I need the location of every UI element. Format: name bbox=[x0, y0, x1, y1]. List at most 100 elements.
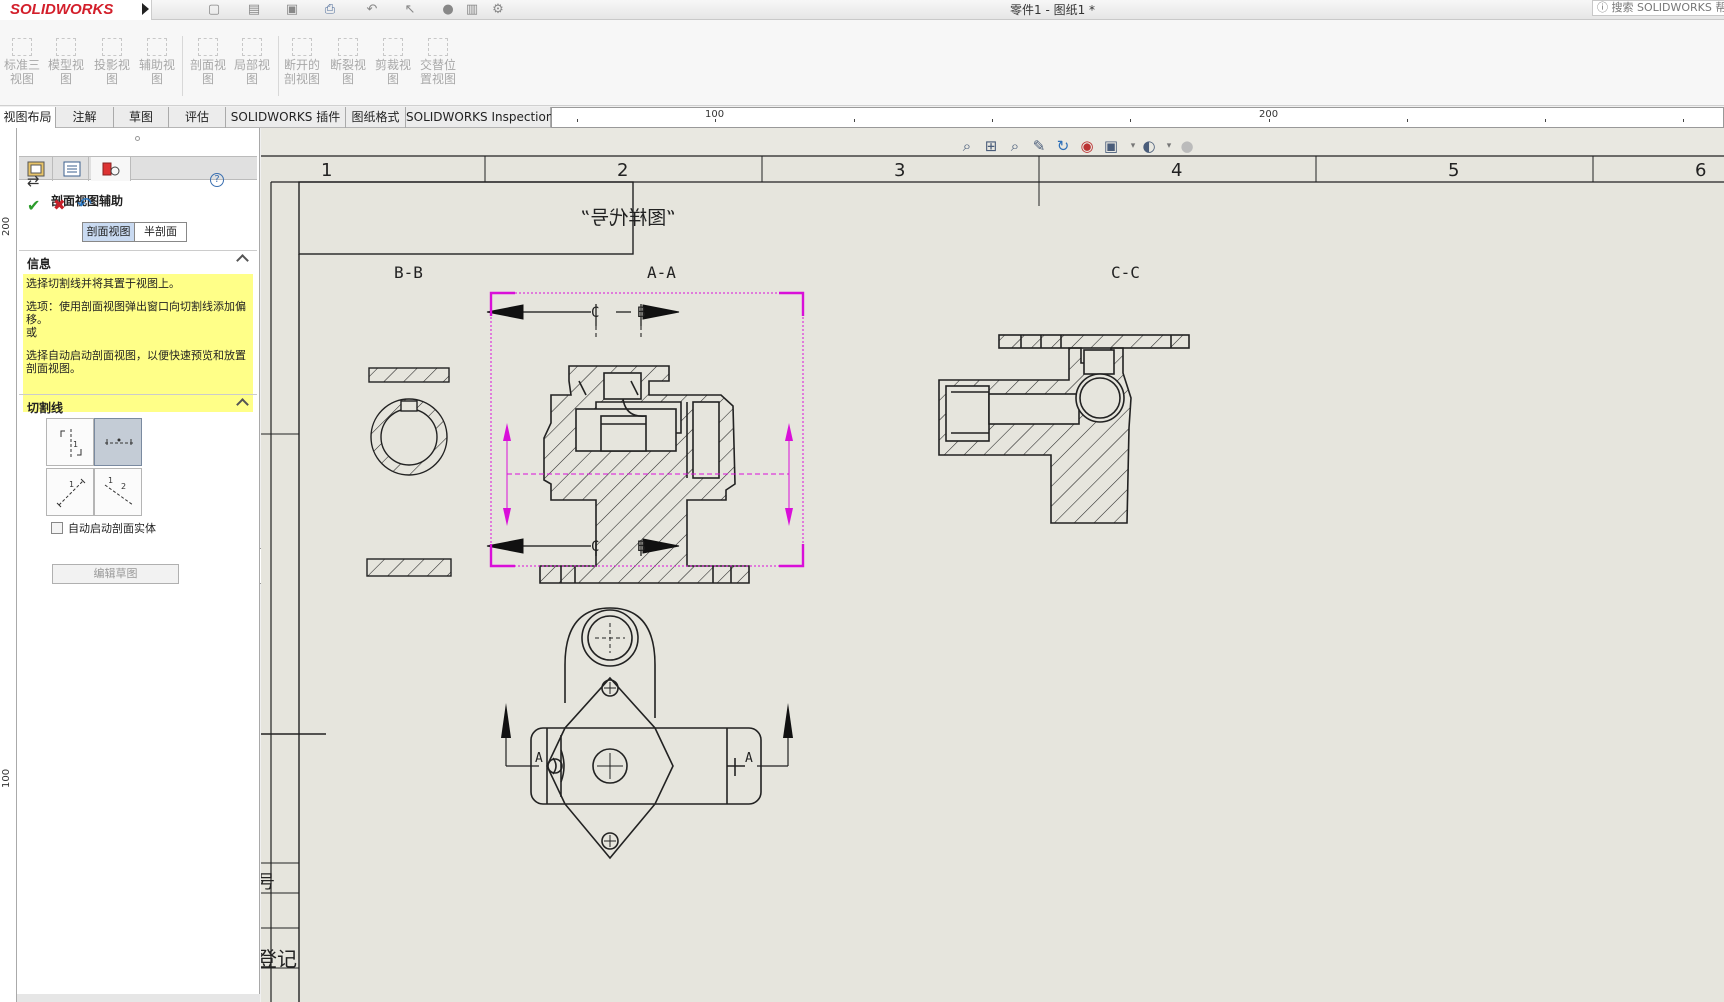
break-view-button[interactable]: 断裂视图 bbox=[326, 38, 370, 86]
alternate-position-view-button[interactable]: 交替位置视图 bbox=[416, 38, 460, 86]
cut-label-c: C bbox=[591, 539, 599, 555]
model-view-icon bbox=[56, 38, 76, 56]
tab-view-layout[interactable]: 视图布局 bbox=[0, 107, 56, 128]
solidworks-logo[interactable]: SOLIDWORKS bbox=[0, 0, 152, 20]
menu-expand-arrow-icon[interactable] bbox=[142, 3, 149, 15]
cutting-line-heading: 切割线 bbox=[27, 401, 64, 415]
svg-text:2: 2 bbox=[121, 482, 126, 491]
cmd-label: 剪裁视图 bbox=[374, 58, 411, 86]
new-document-icon[interactable]: ▢ bbox=[206, 2, 222, 18]
vertical-cut-line-icon: 1 bbox=[60, 429, 82, 457]
panel-grip-icon[interactable] bbox=[135, 136, 140, 141]
ruler-label: 100 bbox=[1, 768, 12, 788]
drawing-canvas[interactable]: 1 2 3 4 5 6 “图样代号” 号 登记 B-B A-A C-C C B … bbox=[261, 128, 1724, 1002]
model-view-button[interactable]: 模型视图 bbox=[44, 38, 88, 86]
rotate-view-icon[interactable]: ↻ bbox=[1053, 136, 1073, 156]
title-block-fragment: 登记 bbox=[261, 947, 297, 971]
title-block-fragment: 号 bbox=[261, 872, 275, 893]
heads-up-view-toolbar: ⌕ ⊞ ⌕ ✎ ↻ ◉ ▣ ▾ ◐ ▾ ● bbox=[957, 136, 1207, 158]
scene-icon[interactable]: ● bbox=[1177, 136, 1197, 156]
auxiliary-cut-line-button[interactable]: 1 bbox=[46, 468, 94, 516]
section-view-bb[interactable] bbox=[366, 367, 452, 577]
cancel-x-icon[interactable]: ✖ bbox=[53, 196, 66, 214]
tab-sketch[interactable]: 草图 bbox=[114, 107, 169, 128]
crop-view-icon bbox=[383, 38, 403, 56]
collapse-chevron-icon[interactable] bbox=[236, 398, 249, 411]
open-document-icon[interactable]: ▤ bbox=[246, 2, 262, 18]
horizontal-cut-line-button[interactable] bbox=[94, 418, 142, 466]
detail-view-button[interactable]: 局部视图 bbox=[230, 38, 274, 86]
tab-sheet-format[interactable]: 图纸格式 bbox=[346, 107, 406, 128]
dropdown-arrow-icon[interactable]: ▾ bbox=[1159, 136, 1179, 156]
cmd-label: 模型视图 bbox=[47, 58, 84, 86]
file-properties-icon[interactable]: ▥ bbox=[464, 2, 480, 18]
half-section-mode-button[interactable]: 半剖面 bbox=[135, 223, 186, 241]
logo-text: SOLIDWORKS bbox=[10, 1, 114, 18]
info-message-box: 选择切割线并将其置于视图上。 选项：使用剖面视图弹出窗口向切割线添加偏移。 或 … bbox=[23, 274, 253, 412]
cut-label-a: A bbox=[535, 751, 543, 766]
tab-evaluate[interactable]: 评估 bbox=[169, 107, 226, 128]
view-orientation-icon[interactable]: ▣ bbox=[1101, 136, 1121, 156]
vertical-cut-line-button[interactable]: 1 bbox=[46, 418, 94, 466]
tab-solidworks-addins[interactable]: SOLIDWORKS 插件 bbox=[226, 107, 346, 128]
crop-view-button[interactable]: 剪裁视图 bbox=[371, 38, 415, 86]
section-view-button[interactable]: 剖面视图 bbox=[186, 38, 230, 86]
section-assist-tab[interactable] bbox=[91, 157, 131, 181]
drawing-sheet[interactable]: 1 2 3 4 5 6 “图样代号” 号 登记 B-B A-A C-C C B … bbox=[261, 128, 1724, 1002]
section-view-mode-button[interactable]: 剖面视图 bbox=[83, 223, 135, 241]
help-icon[interactable]: ? bbox=[210, 173, 224, 187]
options-gear-icon[interactable]: ⚙ bbox=[490, 2, 506, 18]
zone-number: 6 bbox=[1695, 160, 1706, 181]
undo-arrow-icon[interactable]: ↶ bbox=[77, 194, 92, 215]
zone-number: 3 bbox=[894, 160, 905, 181]
aligned-cut-line-button[interactable]: 12 bbox=[94, 468, 142, 516]
section-mode-toggle: 剖面视图 半剖面 bbox=[82, 222, 187, 242]
cut-label-a: A bbox=[745, 751, 753, 766]
auxiliary-cut-line-icon: 1 bbox=[56, 478, 86, 508]
broken-out-section-button[interactable]: 断开的剖视图 bbox=[280, 38, 324, 86]
section-view-cc[interactable] bbox=[938, 334, 1190, 524]
info-line: 选择切割线并将其置于视图上。 bbox=[26, 277, 180, 290]
collapse-chevron-icon[interactable] bbox=[236, 254, 249, 267]
previous-view-icon[interactable]: ⌕ bbox=[1005, 136, 1025, 156]
standard-three-view-button[interactable]: 标准三视图 bbox=[0, 38, 44, 86]
rebuild-icon[interactable]: ● bbox=[440, 2, 456, 18]
print-icon[interactable]: ⎙ bbox=[322, 2, 338, 18]
display-style-icon[interactable]: ◉ bbox=[1077, 136, 1097, 156]
cmd-label: 剖面视图 bbox=[189, 58, 226, 86]
projected-view-button[interactable]: 投影视图 bbox=[90, 38, 134, 86]
section-view-tool-icon[interactable]: ✎ bbox=[1029, 136, 1049, 156]
cmd-label: 辅助视图 bbox=[138, 58, 175, 86]
section-view-assist-icon: ⇄ bbox=[27, 172, 40, 190]
front-view[interactable] bbox=[501, 607, 793, 860]
cmd-label: 标准三视图 bbox=[3, 58, 40, 86]
ok-check-icon[interactable]: ✔ bbox=[27, 196, 40, 215]
search-field[interactable]: ⓘ 搜索 SOLIDWORKS 帮助 bbox=[1592, 0, 1724, 16]
info-heading: 信息 bbox=[27, 257, 52, 271]
zoom-to-fit-icon[interactable]: ⌕ bbox=[957, 136, 977, 156]
svg-text:1: 1 bbox=[73, 440, 78, 449]
undo-icon[interactable]: ↶ bbox=[364, 2, 380, 18]
save-icon[interactable]: ▣ bbox=[284, 2, 300, 18]
auxiliary-view-button[interactable]: 辅助视图 bbox=[135, 38, 179, 86]
tab-annotation[interactable]: 注解 bbox=[56, 107, 114, 128]
section-assist-icon bbox=[102, 162, 119, 176]
info-group-header[interactable]: 信息 bbox=[19, 250, 257, 272]
tab-solidworks-inspection[interactable]: SOLIDWORKS Inspection bbox=[406, 107, 553, 128]
sheet-tab-bar[interactable] bbox=[17, 994, 260, 1002]
auto-start-checkbox[interactable] bbox=[51, 522, 63, 534]
document-title: 零件1 - 图纸1 * bbox=[1010, 3, 1096, 17]
hide-show-items-icon[interactable]: ◐ bbox=[1139, 136, 1159, 156]
detail-view-icon bbox=[242, 38, 262, 56]
property-manager-tab[interactable] bbox=[55, 157, 89, 181]
section-view-icon bbox=[198, 38, 218, 56]
cutting-line-group-header[interactable]: 切割线 bbox=[19, 394, 257, 416]
edit-sketch-button[interactable]: 编辑草图 bbox=[52, 564, 179, 584]
ruler-label: 200 bbox=[1259, 109, 1279, 120]
command-manager: 标准三视图 模型视图 投影视图 辅助视图 剖面视图 局部视图 断开的剖视图 断裂… bbox=[0, 20, 1724, 106]
zoom-to-area-icon[interactable]: ⊞ bbox=[981, 136, 1001, 156]
zone-number: 4 bbox=[1171, 160, 1182, 181]
select-icon[interactable]: ↖ bbox=[402, 2, 418, 18]
projected-view-icon bbox=[102, 38, 122, 56]
alternate-position-view-icon bbox=[428, 38, 448, 56]
